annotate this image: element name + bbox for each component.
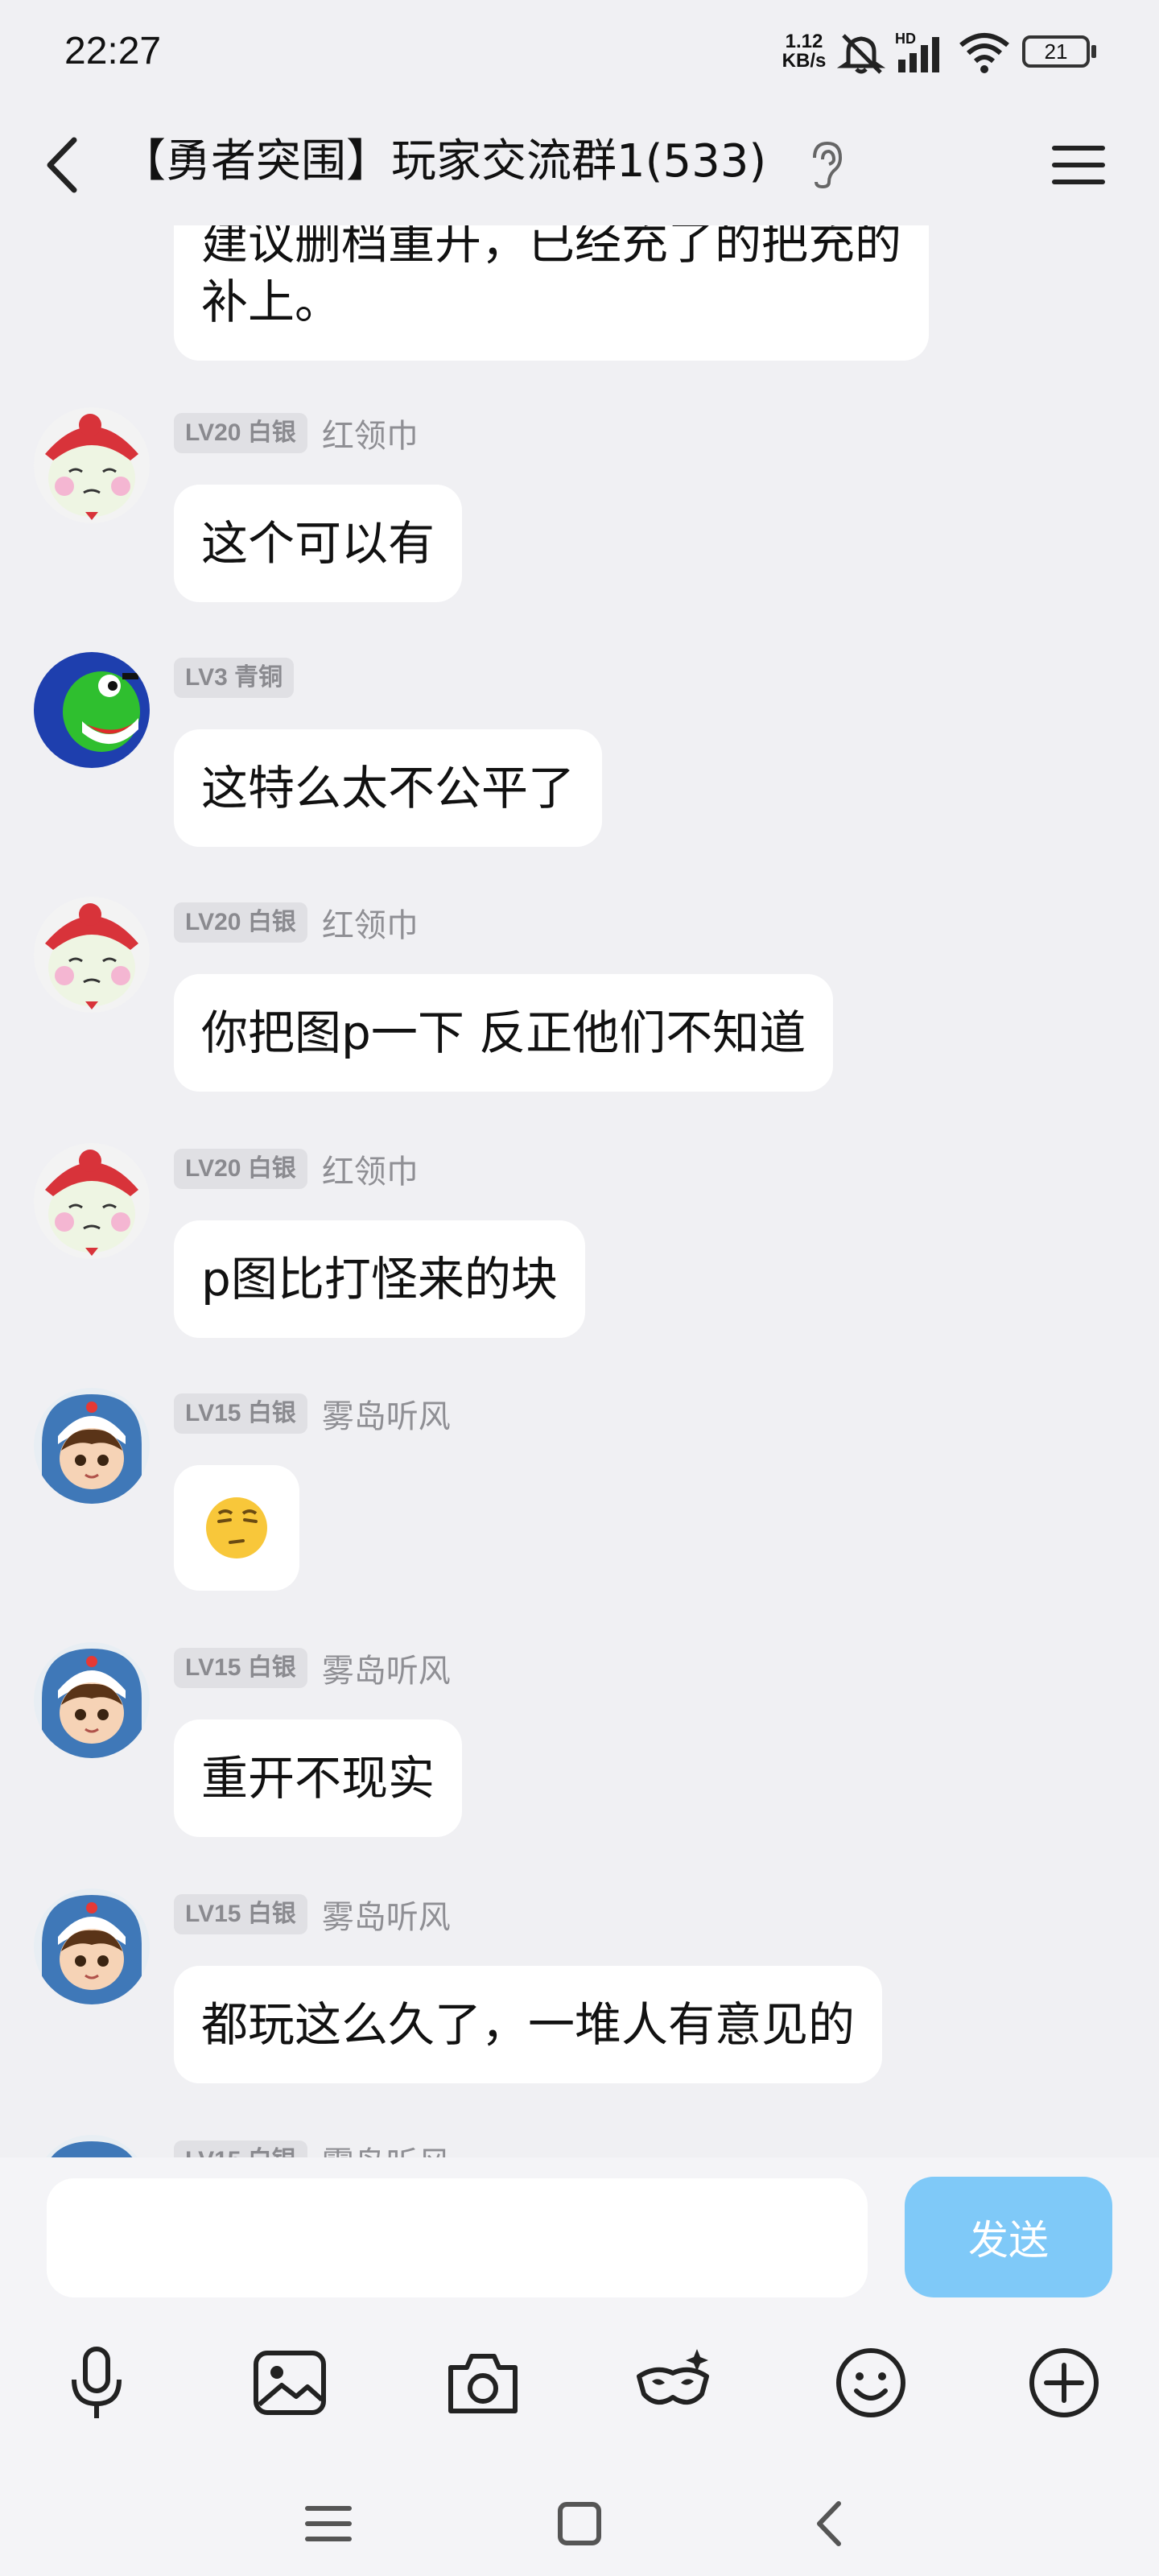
net-speed-value: 1.12 [785,31,823,52]
message-meta: LV20 白银 红领巾 [174,1146,419,1192]
status-time: 22:27 [64,30,162,72]
message-list[interactable]: 建议删档重开，已经充了的把充的 补上。 LV20 白银 红领巾 这个可以有 LV… [0,225,1159,2157]
nickname[interactable]: 红领巾 [322,899,419,946]
hooded-boy-avatar-icon [34,1642,150,1758]
message-bubble[interactable]: 这个可以有 [174,485,463,602]
input-bar: 发送 [0,2157,1159,2318]
message-text-line: 建议删档重开，已经充了的把充的 [201,225,902,270]
level-badge: LV15 白银 [174,1648,307,1688]
battery-level: 21 [1044,39,1068,64]
message-bubble[interactable]: 这特么太不公平了 [174,729,603,847]
nickname[interactable]: 雾岛听风 [322,1390,451,1437]
mask-sparkle-icon [637,2349,709,2405]
level-badge: LV15 白银 [174,1894,307,1934]
hooded-boy-avatar-icon [34,2135,150,2157]
message-bubble[interactable] [174,1465,299,1591]
level-badge: LV3 青铜 [174,658,295,698]
green-dino-avatar-icon [34,652,150,768]
level-badge: LV20 白银 [174,902,307,943]
level-badge: LV15 白银 [174,1393,307,1434]
avatar[interactable] [34,1143,150,1259]
more-button[interactable] [1016,2334,1112,2431]
nickname[interactable]: 红领巾 [322,1146,419,1192]
nickname[interactable]: 红领巾 [322,410,419,456]
message-text: 这个可以有 [201,516,435,571]
image-button[interactable] [241,2334,338,2431]
back-triangle-icon[interactable] [798,2496,863,2552]
hooded-boy-avatar-icon [34,1388,150,1504]
home-square-icon[interactable] [547,2496,612,2552]
message-text: 这特么太不公平了 [201,761,575,815]
message-meta: LV20 白银 红领巾 [174,410,419,456]
battery-tip [1091,45,1096,58]
mask-button[interactable] [625,2334,721,2431]
nickname[interactable]: 雾岛听风 [322,2137,451,2157]
avatar[interactable] [34,407,150,523]
message-meta: LV15 白银 雾岛听风 [174,1645,451,1691]
message-meta: LV15 白银 雾岛听风 [174,1891,451,1938]
chat-header: 【勇者突围】玩家交流群1(533) [0,105,1159,225]
message-text: 重开不现实 [201,1751,435,1806]
smiley-icon [836,2348,905,2417]
avatar[interactable] [34,1388,150,1504]
level-badge: LV20 白银 [174,1149,307,1189]
menu-icon[interactable] [296,2496,361,2552]
message-text: p图比打怪来的块 [201,1252,558,1307]
image-icon [254,2351,326,2415]
microphone-icon [72,2347,122,2418]
level-badge: LV20 白银 [174,413,307,453]
back-arrow-icon[interactable] [32,129,97,201]
menu-icon[interactable] [1046,129,1111,201]
send-button[interactable]: 发送 [905,2177,1112,2297]
message-input[interactable] [47,2178,868,2297]
avatar[interactable] [34,897,150,1013]
net-speed: 1.12 KB/s [776,32,832,71]
message-bubble[interactable]: 你把图p一下 反正他们不知道 [174,974,834,1092]
message-meta: LV15 白银 雾岛听风 [174,2140,451,2157]
message-bubble[interactable]: p图比打怪来的块 [174,1220,585,1338]
red-scarf-avatar-icon [34,407,150,523]
system-nav-bar [0,2463,1159,2576]
message-bubble[interactable]: 建议删档重开，已经充了的把充的 补上。 [174,225,930,361]
red-scarf-avatar-icon [34,897,150,1013]
avatar[interactable] [34,1889,150,2004]
message-text: 你把图p一下 反正他们不知道 [201,1005,806,1060]
message-bubble[interactable]: 都玩这么久了，一堆人有意见的 [174,1966,883,2083]
red-scarf-avatar-icon [34,1143,150,1259]
message-meta: LV15 白银 雾岛听风 [174,1393,451,1435]
message-meta: LV3 青铜 [174,657,308,699]
status-bar: 22:27 1.12 KB/s HD 21 [0,0,1159,105]
message-text-line: 补上。 [201,275,342,329]
voice-button[interactable] [48,2334,145,2431]
plus-circle-icon [1029,2348,1099,2417]
avatar[interactable] [34,1642,150,1758]
mute-bell-icon [837,34,885,74]
level-badge: LV15 白银 [174,2140,307,2157]
message-text: 都玩这么久了，一堆人有意见的 [201,1997,856,2052]
nickname[interactable]: 雾岛听风 [322,1891,451,1938]
hooded-boy-avatar-icon [34,1889,150,2004]
avatar[interactable] [34,652,150,768]
signal-icon [898,37,939,72]
group-title: 【勇者突围】玩家交流群1(533) [121,135,767,188]
ear-icon[interactable] [805,138,845,190]
net-speed-unit: KB/s [782,50,827,72]
message-meta: LV20 白银 红领巾 [174,899,419,946]
wifi-icon [959,33,1009,73]
input-toolbar [0,2318,1159,2463]
avatar[interactable] [34,2135,150,2157]
battery-icon: 21 [1022,35,1090,68]
message-bubble[interactable]: 重开不现实 [174,1719,463,1837]
emoji-button[interactable] [823,2334,919,2431]
nickname[interactable]: 雾岛听风 [322,1645,451,1691]
skeptical-face-emoji-icon [206,1497,267,1558]
camera-icon [448,2354,518,2413]
camera-button[interactable] [435,2334,531,2431]
